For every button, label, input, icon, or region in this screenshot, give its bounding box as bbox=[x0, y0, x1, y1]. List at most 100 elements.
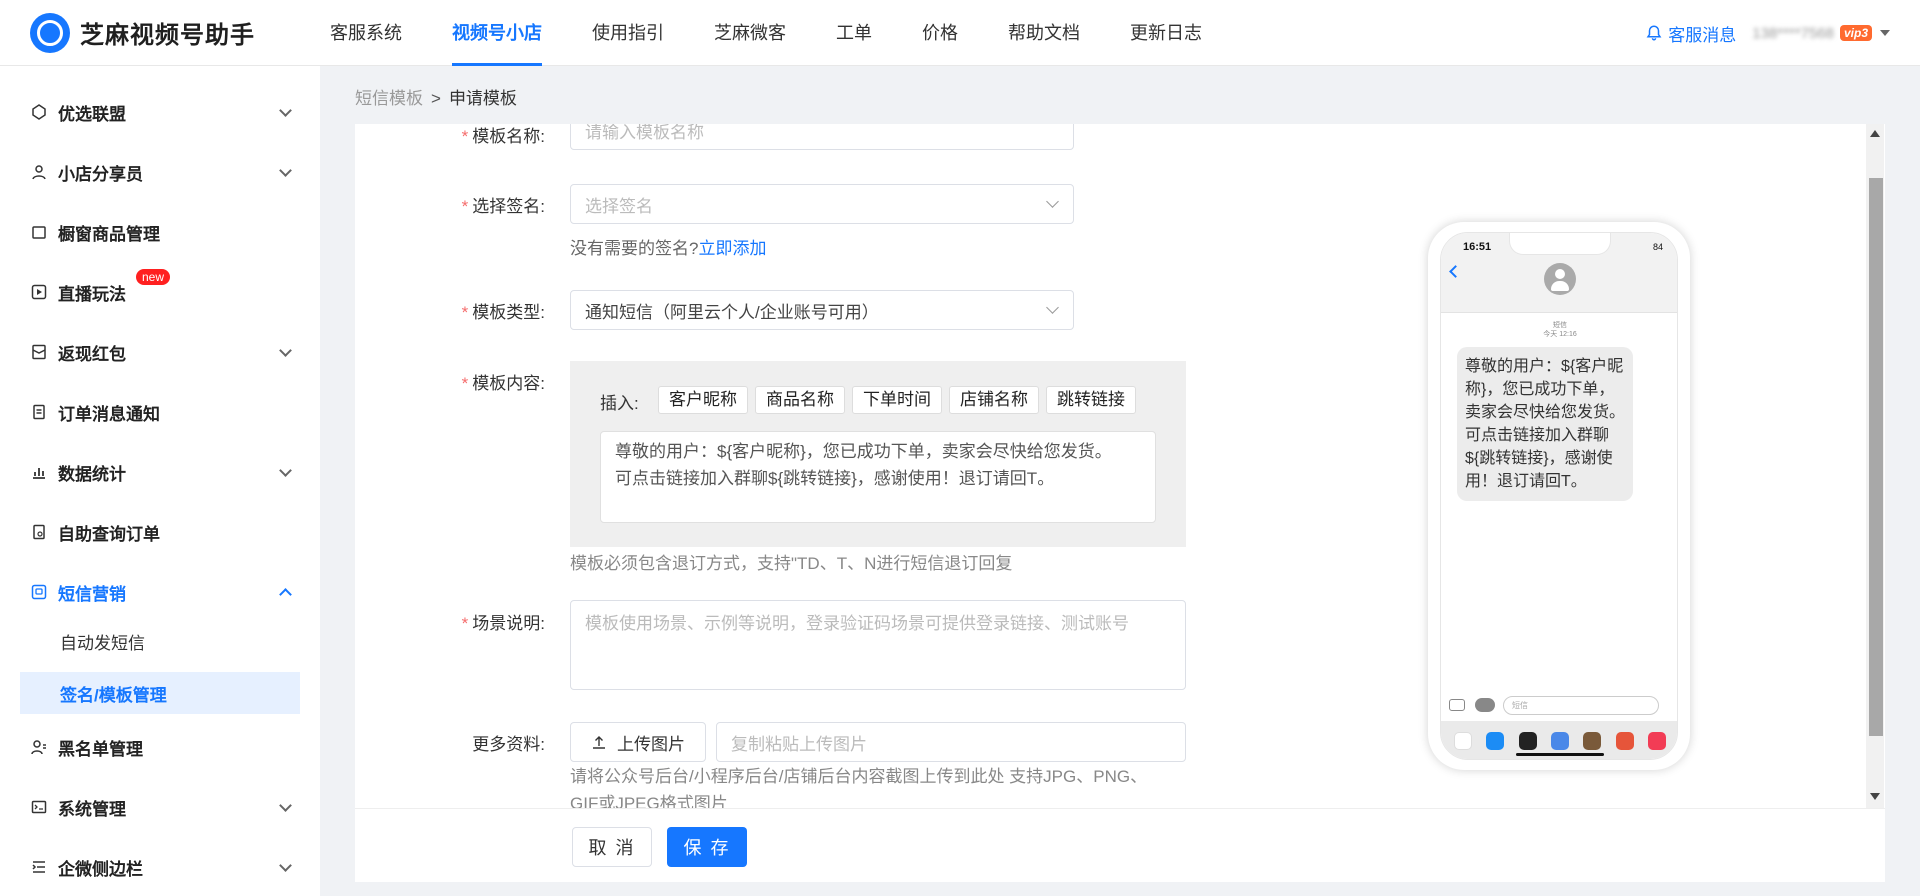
phone-notch bbox=[1509, 233, 1611, 255]
template-type-value: 通知短信（阿里云个人/企业账号可用） bbox=[585, 302, 879, 322]
goods-icon bbox=[30, 223, 48, 241]
app-logo[interactable]: 芝麻视频号助手 bbox=[30, 12, 330, 53]
more-info-label: 更多资料: bbox=[472, 735, 545, 754]
sidebar-item-label: 短信营销 bbox=[58, 584, 126, 604]
template-content-label: * 模板内容: bbox=[461, 374, 545, 393]
sidebar-item-cashback[interactable]: 返现红包 bbox=[20, 327, 300, 377]
avatar-icon bbox=[1544, 263, 1576, 295]
share-icon bbox=[30, 163, 48, 181]
template-content-editor: 插入: 客户昵称 商品名称 下单时间 店铺名称 跳转链接 尊敬的用户：${客户昵… bbox=[570, 361, 1186, 547]
nav-item-guide[interactable]: 使用指引 bbox=[592, 0, 664, 66]
nav-item-video-shop[interactable]: 视频号小店 bbox=[452, 0, 542, 66]
paste-image-input[interactable]: 复制粘贴上传图片 bbox=[716, 722, 1186, 762]
chevron-down-icon bbox=[279, 859, 292, 872]
phone-input-bar: 短信 bbox=[1441, 693, 1677, 719]
music-disc-app-icon bbox=[1518, 732, 1537, 750]
app-name: 芝麻视频号助手 bbox=[80, 22, 255, 49]
camera-icon bbox=[1449, 699, 1465, 711]
scene-textarea[interactable]: 模板使用场景、示例等说明，登录验证码场景可提供登录链接、测试账号 bbox=[570, 600, 1186, 690]
new-badge: new bbox=[136, 269, 171, 285]
user-account[interactable]: 138****7568 bbox=[1752, 25, 1834, 42]
template-content-textarea[interactable]: 尊敬的用户：${客户昵称}，您已成功下单，卖家会尽快给您发货。 可点击链接加入群… bbox=[600, 431, 1156, 523]
messages-button[interactable]: 客服消息 bbox=[1645, 21, 1736, 46]
add-signature-link[interactable]: 立即添加 bbox=[698, 239, 766, 258]
insert-tag-product[interactable]: 商品名称 bbox=[755, 386, 845, 414]
more-info-hint-line1: 请将公众号后台/小程序后台/店铺后台内容截图上传到此处 支持JPG、PNG、 bbox=[570, 767, 1148, 786]
nav-item-changelog[interactable]: 更新日志 bbox=[1130, 0, 1202, 66]
back-icon bbox=[1449, 265, 1462, 278]
logo-icon bbox=[30, 12, 70, 53]
chevron-down-icon bbox=[279, 344, 292, 357]
signature-hint: 没有需要的签名?立即添加 bbox=[570, 239, 767, 258]
redpacket-icon bbox=[30, 343, 48, 361]
sidebar-item-label: 数据统计 bbox=[58, 464, 126, 484]
scroll-thumb[interactable] bbox=[1869, 178, 1883, 736]
insert-tag-shop-name[interactable]: 店铺名称 bbox=[949, 386, 1039, 414]
sidebar-item-label: 企微侧边栏 bbox=[58, 859, 143, 879]
sidebar-item-statistics[interactable]: 数据统计 bbox=[20, 447, 300, 497]
blacklist-icon bbox=[30, 738, 48, 756]
message-meta: 短信 今天 12:16 bbox=[1441, 321, 1677, 339]
sidebar-item-order-notice[interactable]: 订单消息通知 bbox=[20, 387, 300, 437]
photos-app-icon bbox=[1454, 732, 1473, 750]
scroll-up-icon[interactable] bbox=[1870, 130, 1880, 137]
sidebar-item-blacklist[interactable]: 黑名单管理 bbox=[20, 722, 300, 772]
appstore-app-icon bbox=[1486, 732, 1505, 750]
breadcrumb-parent[interactable]: 短信模板 bbox=[355, 89, 423, 108]
nav-item-tickets[interactable]: 工单 bbox=[836, 0, 872, 66]
sidebar-item-selected-alliance[interactable]: 优选联盟 bbox=[20, 87, 300, 137]
music-app-icon bbox=[1647, 732, 1666, 750]
upload-image-button[interactable]: 上传图片 bbox=[570, 722, 706, 762]
phone-message-field: 短信 bbox=[1503, 696, 1659, 715]
sidebar-item-label: 优选联盟 bbox=[58, 104, 126, 124]
insert-tag-order-time[interactable]: 下单时间 bbox=[852, 386, 942, 414]
sidebar-subitem-signature-template[interactable]: 签名/模板管理 bbox=[20, 672, 300, 714]
message-meta-time: 今天 12:16 bbox=[1543, 331, 1577, 338]
chart-icon bbox=[30, 463, 48, 481]
sidebar-item-label: 直播玩法 bbox=[58, 284, 126, 304]
scroll-down-icon[interactable] bbox=[1870, 793, 1880, 800]
nav-item-zhima-weike[interactable]: 芝麻微客 bbox=[714, 0, 786, 66]
upload-icon bbox=[593, 736, 605, 749]
sidebar-item-system[interactable]: 系统管理 bbox=[20, 782, 300, 832]
message-bubble: 尊敬的用户：${客户昵称}，您已成功下单，卖家会尽快给您发货。可点击链接加入群聊… bbox=[1457, 347, 1633, 501]
sticker-app-icon bbox=[1615, 732, 1634, 750]
sidebar-item-shop-sharer[interactable]: 小店分享员 bbox=[20, 147, 300, 197]
chevron-down-icon[interactable] bbox=[1880, 30, 1890, 36]
memoji-app-icon bbox=[1583, 732, 1602, 750]
form-footer: 取 消 保 存 bbox=[355, 808, 1885, 882]
audio-app-icon bbox=[1550, 732, 1569, 750]
chevron-down-icon bbox=[279, 799, 292, 812]
sidebar-item-wecom-sidebar[interactable]: 企微侧边栏 bbox=[20, 842, 300, 892]
save-button[interactable]: 保 存 bbox=[667, 827, 747, 867]
template-type-select[interactable]: 通知短信（阿里云个人/企业账号可用） bbox=[570, 290, 1074, 330]
home-indicator bbox=[1516, 753, 1604, 756]
sidebar-item-label: 小店分享员 bbox=[58, 164, 143, 184]
content-hint: 模板必须包含退订方式，支持"TD、T、N进行短信退订回复 bbox=[570, 554, 1013, 573]
sidebar-item-window-goods[interactable]: 橱窗商品管理 bbox=[20, 207, 300, 257]
insert-tag-nickname[interactable]: 客户昵称 bbox=[658, 386, 748, 414]
chevron-down-icon bbox=[279, 104, 292, 117]
nav-item-help-docs[interactable]: 帮助文档 bbox=[1008, 0, 1080, 66]
sidebar-item-order-query[interactable]: 自助查询订单 bbox=[20, 507, 300, 557]
sidebar-subitem-auto-sms[interactable]: 自动发短信 bbox=[20, 620, 300, 662]
sidebar-item-label: 系统管理 bbox=[58, 799, 126, 819]
sidebar-item-live-play[interactable]: 直播玩法 new bbox=[20, 267, 300, 317]
signature-select[interactable]: 选择签名 bbox=[570, 184, 1074, 224]
nav-item-pricing[interactable]: 价格 bbox=[922, 0, 958, 66]
insert-label: 插入: bbox=[600, 394, 639, 413]
chevron-up-icon bbox=[279, 588, 292, 601]
phone-preview: 16:51 84 短信 今天 12:16 尊敬的用户：${客户昵称}，您已成功下… bbox=[1428, 222, 1690, 770]
breadcrumb-separator: > bbox=[431, 89, 441, 108]
phone-time: 16:51 bbox=[1463, 241, 1492, 253]
sidebar-item-label: 黑名单管理 bbox=[58, 739, 143, 759]
bell-icon bbox=[1646, 25, 1662, 41]
nav-item-customer-service[interactable]: 客服系统 bbox=[330, 0, 402, 66]
sidebar-item-sms-marketing[interactable]: 短信营销 bbox=[20, 567, 300, 617]
cancel-button[interactable]: 取 消 bbox=[572, 827, 652, 867]
template-name-input[interactable]: 请输入模板名称 bbox=[570, 124, 1074, 150]
vertical-scrollbar[interactable] bbox=[1866, 124, 1884, 808]
chevron-down-icon bbox=[1046, 301, 1059, 314]
insert-tag-link[interactable]: 跳转链接 bbox=[1046, 386, 1136, 414]
message-meta-type: 短信 bbox=[1553, 322, 1567, 329]
